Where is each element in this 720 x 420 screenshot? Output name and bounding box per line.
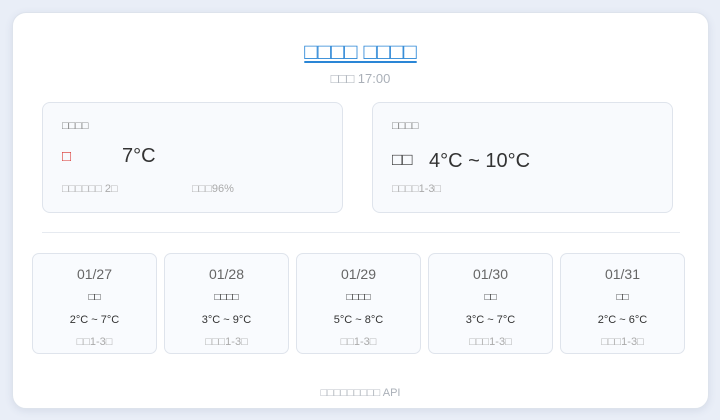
current-temperature: 7°C: [122, 145, 156, 167]
current-weather-icon: □: [62, 148, 72, 165]
forecast-temperature: 2°C ~ 7°C: [69, 314, 120, 326]
forecast-date: 01/30: [472, 266, 509, 282]
forecast-day-card: 01/31 □□ 2°C ~ 6°C □□□1-3□: [560, 253, 685, 354]
forecast-date: 01/29: [340, 266, 377, 282]
today-weather-label: □□□□: [392, 120, 419, 132]
forecast-temperature: 2°C ~ 6°C: [597, 314, 648, 326]
forecast-day-card: 01/29 □□□□ 5°C ~ 8°C □□1-3□: [296, 253, 421, 354]
forecast-temperature: 3°C ~ 7°C: [465, 314, 516, 326]
forecast-condition: □□□□: [214, 292, 239, 303]
forecast-condition: □□: [88, 292, 101, 303]
forecast-wind: □□1-3□: [340, 336, 377, 348]
today-weather-panel: □□□□ □□ 4°C ~ 10°C □□□□1-3□: [372, 102, 673, 213]
forecast-wind: □□1-3□: [76, 336, 113, 348]
update-time: □□□ 17:00: [330, 71, 391, 86]
forecast-wind: □□□1-3□: [469, 336, 512, 348]
forecast-date: 01/28: [208, 266, 245, 282]
today-temperature-range: 4°C ~ 10°C: [429, 150, 531, 172]
forecast-temperature: 3°C ~ 9°C: [201, 314, 252, 326]
current-weather-panel: □□□□ □ 7°C □□□□□□ 2□ □□□96%: [42, 102, 343, 213]
today-wind-text: □□□□1-3□: [392, 183, 442, 195]
page-title: □□□□ □□□□: [304, 39, 417, 64]
today-weather-icon: □□: [392, 150, 413, 169]
data-source-footer: □□□□□□□□□ API: [320, 387, 401, 399]
forecast-wind: □□□1-3□: [601, 336, 644, 348]
current-weather-label: □□□□: [62, 120, 89, 132]
forecast-day-card: 01/30 □□ 3°C ~ 7°C □□□1-3□: [428, 253, 553, 354]
forecast-date: 01/27: [76, 266, 113, 282]
forecast-condition: □□: [484, 292, 497, 303]
weather-card: □□□□ □□□□ □□□ 17:00 □□□□ □ 7°C □□□□□□ 2□…: [12, 12, 709, 409]
forecast-day-card: 01/28 □□□□ 3°C ~ 9°C □□□1-3□: [164, 253, 289, 354]
humidity-text: □□□96%: [192, 183, 234, 195]
forecast-condition: □□□□: [346, 292, 371, 303]
forecast-day-card: 01/27 □□ 2°C ~ 7°C □□1-3□: [32, 253, 157, 354]
forecast-temperature: 5°C ~ 8°C: [333, 314, 384, 326]
forecast-condition: □□: [616, 292, 629, 303]
feels-like-text: □□□□□□ 2□: [62, 183, 118, 195]
forecast-wind: □□□1-3□: [205, 336, 248, 348]
divider: [42, 232, 680, 233]
forecast-date: 01/31: [604, 266, 641, 282]
